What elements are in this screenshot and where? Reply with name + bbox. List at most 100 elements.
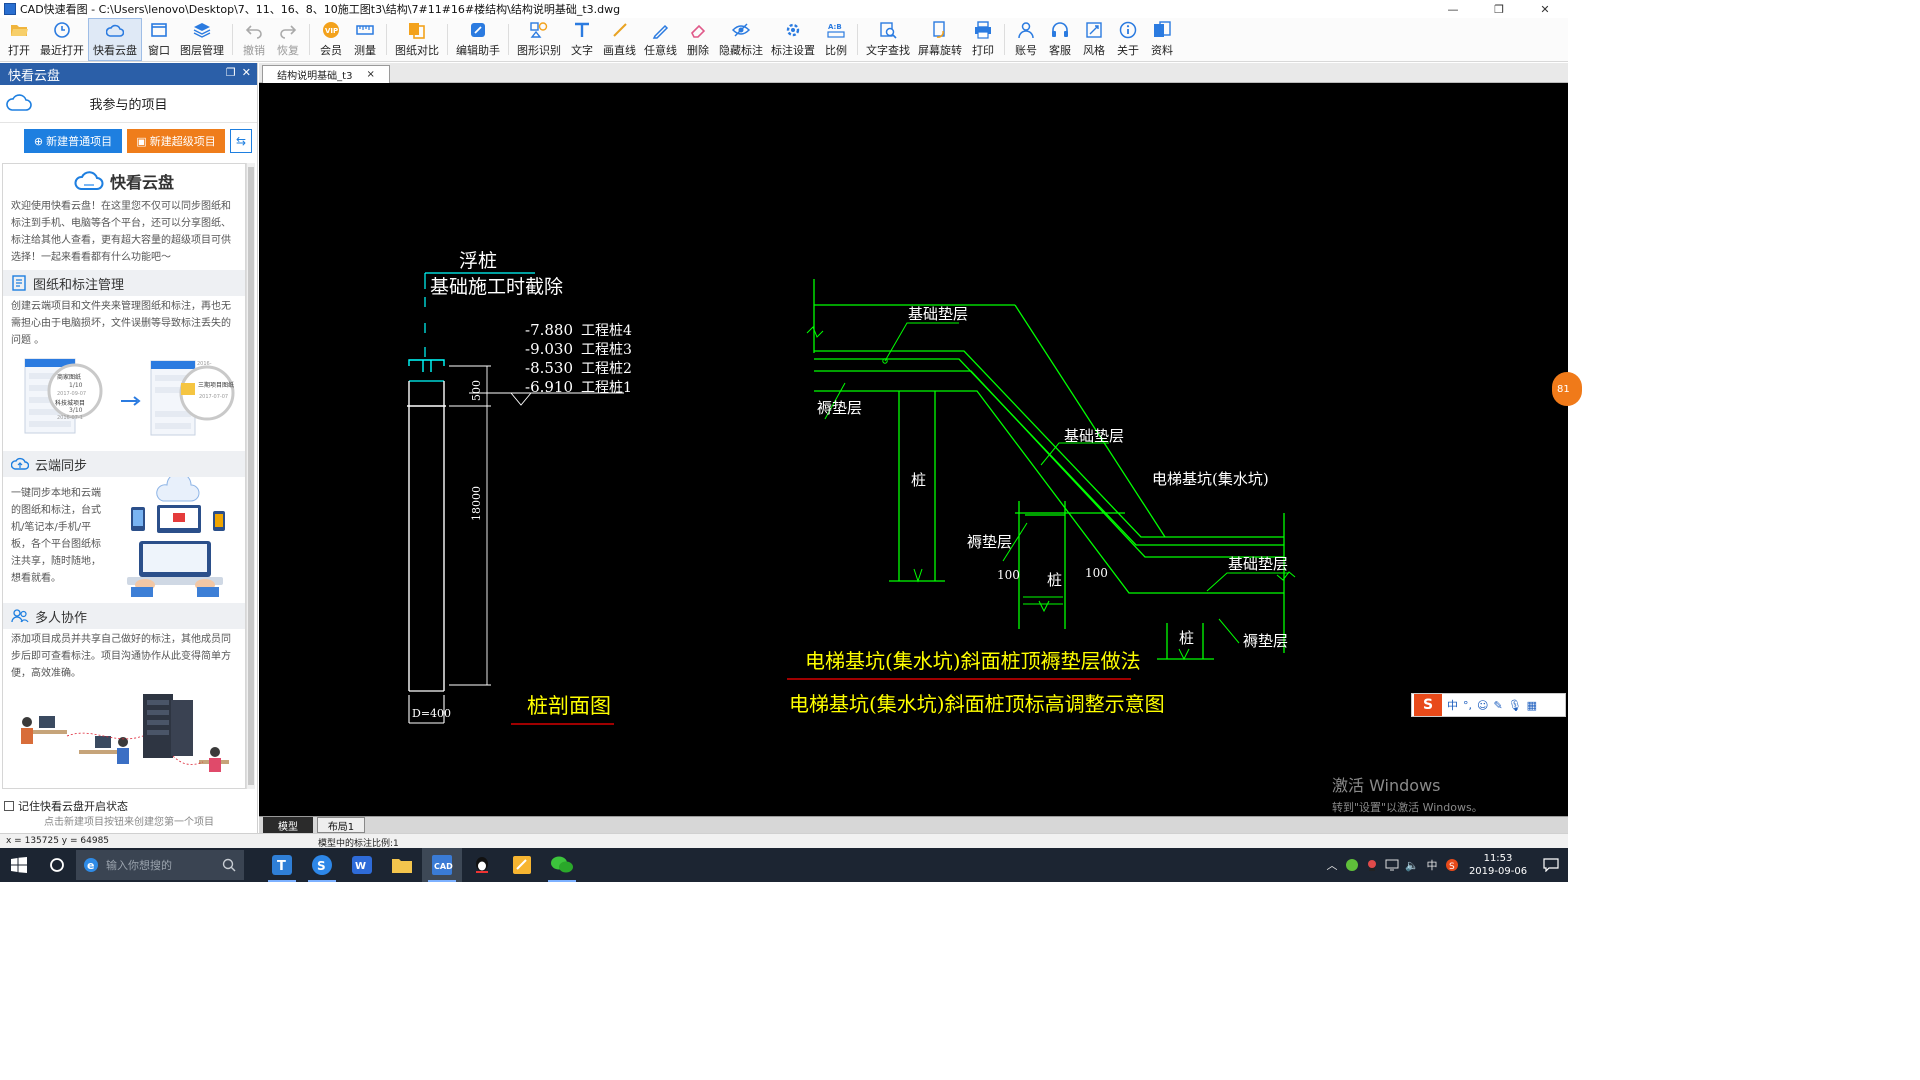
floating-badge-count: 81 xyxy=(1557,383,1570,395)
taskbar-app-wechat[interactable] xyxy=(542,848,582,882)
toolbar-cloud-button[interactable]: 快看云盘 xyxy=(88,18,142,61)
toolbar-style-button[interactable]: 风格 xyxy=(1077,18,1111,61)
taskbar-app-cad[interactable]: CAD xyxy=(422,848,462,882)
taskbar-app-explorer[interactable] xyxy=(382,848,422,882)
intro-text: 欢迎使用快看云盘！在这里您不仅可以同步图纸和标注到手机、电脑等各个平台，还可以分… xyxy=(11,201,231,263)
ime-mode[interactable]: 中 xyxy=(1447,697,1458,713)
section-sync-desc: 一键同步本地和云端的图纸和标注，台式机/笔记本/手机/平板，各个平台图纸标注共享… xyxy=(11,488,101,584)
toolbar-print-button[interactable]: 打印 xyxy=(966,18,1000,61)
toolbar-findtext-button[interactable]: 文字查找 xyxy=(862,18,914,61)
svg-text:S: S xyxy=(317,859,326,873)
illus-item-c: 三期项目图纸 xyxy=(198,381,234,389)
taskbar-app-sogou-browser[interactable]: S xyxy=(302,848,342,882)
toolbar-open-button[interactable]: 打开 xyxy=(2,18,36,61)
pile-name: 工程桩2 xyxy=(581,360,632,377)
tray-expand-icon[interactable]: ︿ xyxy=(1322,848,1342,882)
taskbar-search-box[interactable]: e 输入你想搜的 xyxy=(76,850,244,880)
close-panel-icon[interactable]: ✕ xyxy=(242,66,251,79)
cad-drawing[interactable]: 浮桩 基础施工时截除 D=400 500 18000 -7.880 工程桩4 -9.… xyxy=(259,83,1568,816)
ime-skin-icon[interactable]: ✎ xyxy=(1493,699,1502,712)
maximize-button[interactable]: ❐ xyxy=(1476,0,1522,18)
tray-sogou-icon[interactable]: S xyxy=(1442,848,1462,882)
new-normal-project-button[interactable]: ⊕ 新建普通项目 xyxy=(24,129,122,153)
panel-scrollbar[interactable] xyxy=(246,163,255,789)
close-button[interactable]: ✕ xyxy=(1522,0,1568,18)
toolbar-compare-button[interactable]: 图纸对比 xyxy=(391,18,443,61)
start-button[interactable] xyxy=(0,848,38,882)
cortana-button[interactable] xyxy=(38,848,76,882)
tray-app-icon-2[interactable] xyxy=(1362,848,1382,882)
toolbar-assistant-button[interactable]: 编辑助手 xyxy=(452,18,504,61)
volume-icon[interactable]: 🔈 xyxy=(1402,848,1422,882)
toolbar-account-button[interactable]: 账号 xyxy=(1009,18,1043,61)
toolbar-layers-button[interactable]: 图层管理 xyxy=(176,18,228,61)
ime-toolbar[interactable]: S 中 °, ☺ ✎ 🎙 ▦ xyxy=(1411,693,1566,717)
ime-voice-icon[interactable]: 🎙 xyxy=(1508,699,1522,712)
toolbar-vip-button[interactable]: VIP 会员 xyxy=(314,18,348,61)
toolbar-markset-button[interactable]: 标注设置 xyxy=(767,18,819,61)
toolbar-undo-button[interactable]: 撤销 xyxy=(237,18,271,61)
taskbar-app-qq[interactable] xyxy=(462,848,502,882)
document-icon xyxy=(12,275,26,291)
restore-panel-icon[interactable]: ❐ xyxy=(226,66,236,79)
section-collab-title: 多人协作 xyxy=(35,610,88,626)
my-projects-row[interactable]: 我参与的项目 xyxy=(0,85,257,123)
toolbar-service-button[interactable]: 客服 xyxy=(1043,18,1077,61)
toolbar-separator xyxy=(508,24,509,55)
toolbar-findtext-label: 文字查找 xyxy=(866,44,910,57)
toolbar-recent-button[interactable]: 最近打开 xyxy=(36,18,88,61)
notes-icon xyxy=(513,856,531,874)
ime-toolbox-icon[interactable]: ▦ xyxy=(1527,699,1537,712)
floating-badge[interactable]: 81 xyxy=(1552,372,1582,406)
network-icon[interactable] xyxy=(1382,848,1402,882)
ime-emoji-icon[interactable]: ☺ xyxy=(1477,699,1488,712)
minimize-button[interactable]: — xyxy=(1430,0,1476,18)
ime-punctuation-icon[interactable]: °, xyxy=(1463,699,1472,712)
pile-label-3: 桩 xyxy=(1179,629,1194,647)
redo-icon xyxy=(279,21,297,39)
activate-windows-watermark: 激活 Windows 转到"设置"以激活 Windows。 xyxy=(1332,772,1483,815)
toolbar-measure-button[interactable]: 测量 xyxy=(348,18,382,61)
diameter-label: D=400 xyxy=(412,707,451,720)
remember-state-checkbox[interactable] xyxy=(4,801,14,811)
toolbar-about-button[interactable]: 关于 xyxy=(1111,18,1145,61)
taskbar-app-t[interactable]: T xyxy=(262,848,302,882)
model-tab[interactable]: 模型 xyxy=(263,817,313,833)
toolbar-window-button[interactable]: 窗口 xyxy=(142,18,176,61)
vip-icon: VIP xyxy=(322,21,340,39)
toolbar-freeline-button[interactable]: 任意线 xyxy=(640,18,681,61)
toolbar-redo-button[interactable]: 恢复 xyxy=(271,18,305,61)
document-tab-close-icon[interactable]: × xyxy=(366,69,374,80)
new-super-project-button[interactable]: ▣ 新建超级项目 xyxy=(127,129,225,153)
new-project-hint: 点击新建项目按钮来创建您第一个项目 xyxy=(44,817,214,828)
toolbar-rotate-button[interactable]: 屏幕旋转 xyxy=(914,18,966,61)
ime-indicator[interactable]: 中 xyxy=(1422,848,1442,882)
cursor-coordinates: x = 135725 y = 64985 xyxy=(6,836,110,846)
toolbar-recognize-button[interactable]: 图形识别 xyxy=(513,18,565,61)
scrollbar-thumb[interactable] xyxy=(248,167,254,785)
undo-icon xyxy=(245,21,263,39)
sync-button[interactable]: ⇆ xyxy=(230,129,252,153)
toolbar-resources-label: 资料 xyxy=(1151,44,1173,57)
taskbar-app-wps[interactable]: W xyxy=(342,848,382,882)
toolbar-scale-button[interactable]: A:B 比例 xyxy=(819,18,853,61)
main-toolbar: 打开 最近打开 快看云盘 窗口 图层管理 撤销 恢复 VIP 会员 测量 图纸对比 编辑助手 图形识别文… xyxy=(0,18,1568,62)
remember-state-label: 记住快看云盘开启状态 xyxy=(18,800,128,813)
toolbar-line-button[interactable]: 画直线 xyxy=(599,18,640,61)
toolbar-text-button[interactable]: 文字 xyxy=(565,18,599,61)
toolbar-delete-button[interactable]: 删除 xyxy=(681,18,715,61)
taskbar-search-placeholder: 输入你想搜的 xyxy=(106,859,172,872)
section-collab-header: 多人协作 xyxy=(3,603,245,629)
layout1-tab[interactable]: 布局1 xyxy=(317,817,365,833)
system-tray: ︿ 🔈 中 S 11:53 2019-09-06 xyxy=(1322,848,1568,882)
toolbar-resources-button[interactable]: 资料 xyxy=(1145,18,1179,61)
document-tab[interactable]: 结构说明基础_t3 × xyxy=(262,65,390,83)
new-normal-project-label: 新建普通项目 xyxy=(46,135,113,148)
illus-item-a: 商家图纸 xyxy=(57,373,81,381)
action-center-button[interactable] xyxy=(1534,858,1568,872)
tray-app-icon-1[interactable] xyxy=(1342,848,1362,882)
taskbar-app-notes[interactable] xyxy=(502,848,542,882)
cad-canvas[interactable]: 浮桩 基础施工时截除 D=400 500 18000 -7.880 工程桩4 -9.… xyxy=(259,83,1568,816)
taskbar-clock[interactable]: 11:53 2019-09-06 xyxy=(1462,852,1534,878)
toolbar-hidemark-button[interactable]: 隐藏标注 xyxy=(715,18,767,61)
